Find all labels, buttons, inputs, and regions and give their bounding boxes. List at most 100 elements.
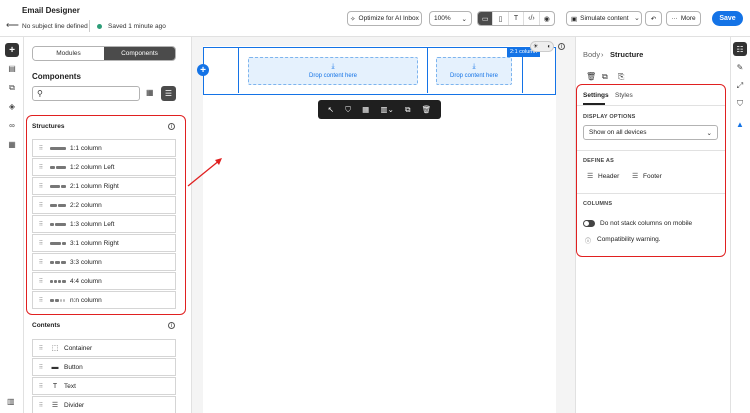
drag-handle-icon[interactable]: ⠿ xyxy=(36,364,46,371)
drag-handle-icon[interactable]: ⠿ xyxy=(36,221,46,228)
moon-icon: ◐ xyxy=(547,43,551,50)
layout-icon[interactable]: ▦ xyxy=(362,105,369,114)
structure-item[interactable]: ⠿ 2:2 column xyxy=(32,196,176,214)
define-header[interactable]: Header xyxy=(598,173,619,180)
layers-icon[interactable]: ▤ xyxy=(5,61,19,75)
save-button[interactable]: Save xyxy=(712,11,743,26)
structure-item[interactable]: ⠿ 3:1 column Right xyxy=(32,234,176,252)
structure-label: 3:3 column xyxy=(70,258,102,266)
tab-modules[interactable]: Modules xyxy=(33,47,104,60)
breadcrumb-body[interactable]: Body xyxy=(583,50,600,59)
structure-item[interactable]: ⠿ 1:2 column Left xyxy=(32,158,176,176)
navigation-tree-icon[interactable]: ◈ xyxy=(5,99,19,113)
tab-components[interactable]: Components xyxy=(104,47,175,60)
compat-warning: Compatibility warning. xyxy=(597,236,661,243)
drop-label: Drop content here xyxy=(308,73,358,79)
drag-handle-icon[interactable]: ⠿ xyxy=(36,345,46,352)
text-view-icon[interactable]: T xyxy=(509,12,525,25)
duplicate-icon[interactable]: ⧉ xyxy=(405,105,410,115)
properties-icon[interactable]: ☷ xyxy=(733,42,747,56)
drag-handle-icon[interactable]: ⠿ xyxy=(36,259,46,266)
tab-styles[interactable]: Styles xyxy=(615,92,633,99)
drag-handle-icon[interactable]: ⠿ xyxy=(36,240,46,247)
info-icon[interactable]: i xyxy=(168,123,175,130)
contents-title: Contents xyxy=(32,322,61,329)
sparkle-icon: ✧ xyxy=(350,15,356,23)
column-layout-icon xyxy=(50,203,66,207)
structure-item[interactable]: ⠿ n:n column xyxy=(32,291,176,309)
structure-item[interactable]: ⠿ 1:3 column Left xyxy=(32,215,176,233)
shield-icon[interactable]: ⛉ xyxy=(345,105,351,115)
annotation-arrow-icon xyxy=(187,158,222,187)
mobile-view-icon[interactable]: ▯ xyxy=(493,12,509,25)
undo-button[interactable]: ↶ xyxy=(645,11,662,26)
alert-icon[interactable]: ▲ xyxy=(733,117,747,131)
add-structure-icon[interactable]: + xyxy=(197,64,209,76)
back-arrow-icon[interactable]: ⟵ xyxy=(6,20,19,31)
more-button[interactable]: ··· More xyxy=(666,11,701,26)
drag-handle-icon[interactable]: ⠿ xyxy=(36,145,46,152)
sun-icon: ☀ xyxy=(533,44,539,50)
trash-icon[interactable]: 🗑 xyxy=(586,72,596,81)
column-layout-icon xyxy=(50,279,66,283)
info-icon[interactable]: i xyxy=(168,322,175,329)
column-divider xyxy=(238,48,239,93)
simulate-content-button[interactable]: ▣ Simulate content xyxy=(566,11,642,26)
preview-eye-icon[interactable]: ◉ xyxy=(540,12,554,25)
footer-icon[interactable]: ☰ xyxy=(632,172,638,180)
structure-label: 1:3 column Left xyxy=(70,220,115,228)
structure-item[interactable]: ⠿ 2:1 column Right xyxy=(32,177,176,195)
info-icon[interactable]: i xyxy=(558,43,565,50)
content-item[interactable]: ⠿ ☰ Divider xyxy=(32,396,176,413)
optimize-inbox-button[interactable]: ✧ Optimize for AI Inbox xyxy=(347,11,422,26)
structure-item[interactable]: ⠿ 1:1 column xyxy=(32,139,176,157)
drag-handle-icon[interactable]: ⠿ xyxy=(36,297,46,304)
code-view-icon[interactable]: ‹/› xyxy=(524,12,540,25)
drag-handle-icon[interactable]: ⠿ xyxy=(36,383,46,390)
stack-label: Do not stack columns on mobile xyxy=(600,220,693,227)
structure-label: 3:1 column Right xyxy=(70,239,119,247)
stack-columns-toggle[interactable] xyxy=(583,220,595,227)
trash-icon[interactable]: 🗑 xyxy=(422,105,432,114)
simulate-chevron-icon[interactable]: ⌄ xyxy=(634,14,640,22)
display-options-select[interactable]: Show on all devices ⌄ xyxy=(583,125,718,140)
search-input[interactable]: ⚲ xyxy=(32,86,140,101)
content-item[interactable]: ⠿ ▬ Button xyxy=(32,358,176,376)
structure-item[interactable]: ⠿ 3:3 column xyxy=(32,253,176,271)
content-item[interactable]: ⠿ ⬚ Container xyxy=(32,339,176,357)
drag-handle-icon[interactable]: ⠿ xyxy=(36,183,46,190)
grid-view-icon[interactable]: ▦ xyxy=(146,88,154,97)
list-view-icon[interactable]: ☰ xyxy=(161,86,176,101)
desktop-view-icon[interactable]: ▭ xyxy=(478,12,494,25)
drop-zone[interactable]: ⤓ Drop content here xyxy=(248,57,418,85)
selected-structure[interactable]: ⤓ Drop content here ⤓ Drop content here xyxy=(203,47,556,95)
drag-handle-icon[interactable]: ⠿ xyxy=(36,278,46,285)
assets-icon[interactable]: ⧉ xyxy=(5,81,19,95)
header-icon[interactable]: ☰ xyxy=(587,172,593,180)
personalize-icon[interactable]: ⤢ xyxy=(733,79,747,93)
drop-label: Drop content here xyxy=(449,73,499,79)
drag-handle-icon[interactable]: ⠿ xyxy=(36,164,46,171)
duplicate-icon[interactable]: ⧉ xyxy=(602,72,608,82)
add-icon[interactable]: + xyxy=(5,43,19,57)
light-dark-toggle[interactable]: ☀ ◐ xyxy=(530,41,554,52)
columns-icon[interactable]: ▥⌄ xyxy=(381,105,394,114)
structure-item[interactable]: ⠿ 4:4 column xyxy=(32,272,176,290)
zoom-select[interactable]: 100% ⌄ xyxy=(429,11,472,26)
content-item[interactable]: ⠿ T Text xyxy=(32,377,176,395)
save-fragment-icon[interactable]: ⎘ xyxy=(618,72,624,82)
select-parent-icon[interactable]: ↖ xyxy=(328,105,334,114)
drop-zone[interactable]: ⤓ Drop content here xyxy=(436,57,512,85)
brush-icon[interactable]: ✎ xyxy=(733,60,747,74)
define-footer[interactable]: Footer xyxy=(643,173,662,180)
download-arrow-icon: ⤓ xyxy=(472,63,476,70)
drag-handle-icon[interactable]: ⠿ xyxy=(36,202,46,209)
help-book-icon[interactable]: ▥ xyxy=(7,397,15,406)
link-icon[interactable]: ∞ xyxy=(5,118,19,132)
column-layout-icon xyxy=(50,298,66,302)
subject-line[interactable]: No subject line defined xyxy=(22,23,88,30)
fragments-icon[interactable]: ▦ xyxy=(5,137,19,151)
tab-settings[interactable]: Settings xyxy=(583,92,609,99)
drag-handle-icon[interactable]: ⠿ xyxy=(36,402,46,409)
shield-icon[interactable]: ⛉ xyxy=(733,97,747,111)
